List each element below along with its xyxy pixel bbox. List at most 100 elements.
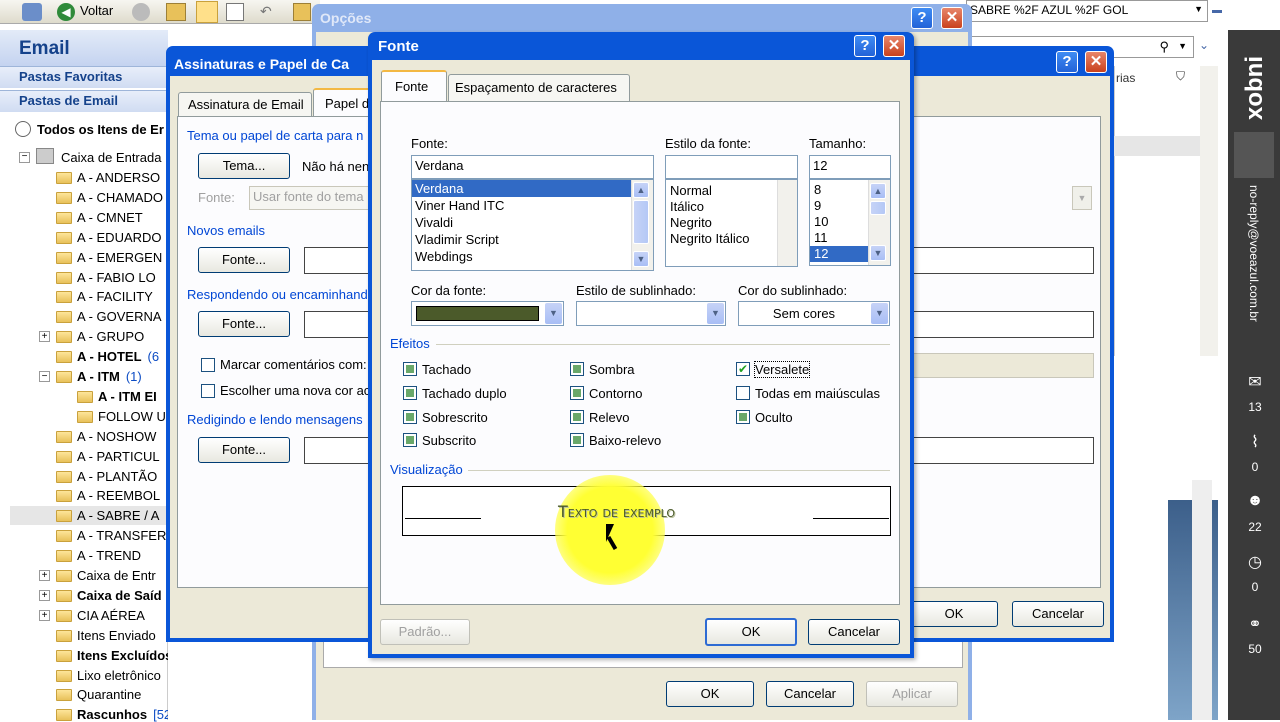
font-style-input[interactable] bbox=[665, 155, 798, 179]
folder-item[interactable]: A - REEMBOL bbox=[56, 488, 168, 503]
close-icon[interactable]: ✕ bbox=[1085, 51, 1107, 73]
options-apply-button[interactable]: Aplicar bbox=[866, 681, 958, 707]
all-items-label[interactable]: Todos os Itens de Er bbox=[37, 122, 167, 137]
font-name-list[interactable]: Verdana Viner Hand ITC Vivaldi Vladimir … bbox=[411, 179, 654, 271]
print-preview-icon[interactable] bbox=[226, 3, 244, 21]
collapse-icon[interactable]: − bbox=[39, 371, 50, 382]
scroll-thumb[interactable] bbox=[870, 201, 886, 215]
folder-item[interactable]: Caixa de Saíd bbox=[56, 588, 168, 603]
expand-icon[interactable]: + bbox=[39, 589, 50, 601]
hidden-checkbox[interactable] bbox=[736, 410, 750, 424]
list-item[interactable]: Verdana bbox=[412, 180, 653, 197]
toolbar-icon[interactable] bbox=[22, 3, 42, 21]
chevron-down-icon[interactable]: ▼ bbox=[871, 303, 888, 324]
mark-comments-field[interactable] bbox=[910, 353, 1094, 378]
choose-color-checkbox[interactable] bbox=[201, 384, 215, 398]
forward-icon[interactable] bbox=[132, 3, 150, 21]
folder-item[interactable]: A - TREND bbox=[56, 548, 168, 563]
folder-item[interactable]: A - ITM (1) bbox=[56, 369, 168, 384]
theme-button[interactable]: Tema... bbox=[198, 153, 290, 179]
new-emails-font-button[interactable]: Fonte... bbox=[198, 247, 290, 273]
chevron-down-icon[interactable]: ▼ bbox=[545, 303, 562, 324]
folder-item[interactable]: FOLLOW U bbox=[77, 409, 168, 424]
default-button[interactable]: Padrão... bbox=[380, 619, 470, 645]
strike-checkbox[interactable] bbox=[403, 362, 417, 376]
folder-item[interactable]: Itens Excluídos(1206) bbox=[56, 648, 168, 663]
chevron-down-icon[interactable]: ▼ bbox=[707, 303, 724, 324]
small-caps-checkbox[interactable]: ✔ bbox=[736, 362, 750, 376]
folder-item[interactable]: A - PARTICUL bbox=[56, 449, 168, 464]
list-item[interactable]: 12 bbox=[810, 246, 868, 262]
outline-checkbox[interactable] bbox=[570, 386, 584, 400]
scroll-down-icon[interactable]: ▼ bbox=[633, 251, 649, 267]
font-ok-button[interactable]: OK bbox=[705, 618, 797, 646]
all-caps-checkbox[interactable] bbox=[736, 386, 750, 400]
double-chevron-icon[interactable]: ⌄ bbox=[1199, 38, 1209, 52]
more-icon[interactable] bbox=[293, 3, 311, 21]
font-cancel-button[interactable]: Cancelar bbox=[808, 619, 900, 645]
help-icon[interactable]: ? bbox=[911, 7, 933, 29]
font-option-select[interactable]: Usar fonte do tema bbox=[249, 186, 371, 210]
underline-color-select[interactable]: Sem cores ▼ bbox=[738, 301, 890, 326]
envelope-icon[interactable]: ✉ bbox=[1230, 372, 1280, 392]
folder-item[interactable]: A - FACILITY bbox=[56, 289, 168, 304]
address-bar[interactable]: SABRE %2F AZUL %2F GOL ▼ bbox=[966, 0, 1208, 22]
emboss-checkbox[interactable] bbox=[570, 410, 584, 424]
folder-item[interactable]: A - EDUARDO bbox=[56, 230, 168, 245]
expand-icon[interactable]: + bbox=[39, 609, 50, 621]
composing-font-button[interactable]: Fonte... bbox=[198, 437, 290, 463]
folder-item[interactable]: A - EMERGEN bbox=[56, 250, 168, 265]
options-ok-button[interactable]: OK bbox=[666, 681, 754, 707]
clock-icon[interactable]: ◷ bbox=[1230, 552, 1280, 572]
chevron-down-icon[interactable]: ▼ bbox=[1178, 41, 1187, 51]
subscript-checkbox[interactable] bbox=[403, 433, 417, 447]
close-icon[interactable]: ✕ bbox=[941, 7, 963, 29]
signatures-cancel-button[interactable]: Cancelar bbox=[1012, 601, 1104, 627]
folder-item[interactable]: A - GOVERNA bbox=[56, 309, 168, 324]
folder-item[interactable]: A - ITM EI bbox=[77, 389, 168, 404]
help-icon[interactable]: ? bbox=[1056, 51, 1078, 73]
filter-icon[interactable]: ⛉ bbox=[1176, 69, 1185, 84]
reading-scrollbar[interactable] bbox=[1192, 480, 1212, 720]
folder-item[interactable]: A - NOSHOW bbox=[56, 429, 168, 444]
list-scrollbar[interactable] bbox=[1200, 66, 1218, 356]
scroll-up-icon[interactable]: ▲ bbox=[870, 183, 886, 199]
options-cancel-button[interactable]: Cancelar bbox=[766, 681, 854, 707]
list-item[interactable]: Viner Hand ITC bbox=[412, 197, 653, 214]
folder-item[interactable]: A - CHAMADO bbox=[56, 190, 168, 205]
mark-comments-checkbox[interactable] bbox=[201, 358, 215, 372]
link-icon[interactable]: ⚭ bbox=[1230, 614, 1280, 634]
folder-item[interactable]: A - SABRE / A bbox=[56, 508, 168, 523]
expand-icon[interactable]: + bbox=[39, 570, 50, 581]
folder-item[interactable]: Quarantine bbox=[56, 687, 168, 702]
folder-item[interactable]: Lixo eletrônico bbox=[56, 668, 168, 683]
people-icon[interactable]: ☻ bbox=[1230, 492, 1280, 510]
undo-icon[interactable]: ↶ bbox=[260, 3, 278, 21]
folder-item[interactable]: CIA AÉREA bbox=[56, 608, 168, 623]
shadow-checkbox[interactable] bbox=[570, 362, 584, 376]
list-item[interactable]: Webdings bbox=[412, 248, 653, 265]
scroll-thumb[interactable] bbox=[633, 200, 649, 244]
folder-item[interactable]: Itens Enviado bbox=[56, 628, 168, 643]
font-size-input[interactable]: 12 bbox=[809, 155, 891, 179]
help-icon[interactable]: ? bbox=[854, 35, 876, 57]
font-name-input[interactable]: Verdana bbox=[411, 155, 654, 179]
folder-item[interactable]: Caixa de Entr bbox=[56, 568, 168, 583]
folder-item[interactable]: A - TRANSFER bbox=[56, 528, 168, 543]
back-button[interactable]: Voltar bbox=[80, 3, 113, 18]
reading-pane-icon[interactable] bbox=[196, 1, 218, 23]
folder-item[interactable]: A - HOTEL (6 bbox=[56, 349, 168, 364]
inbox-folder[interactable]: Caixa de Entrada bbox=[61, 150, 171, 165]
chevron-down-icon[interactable]: ▼ bbox=[1194, 4, 1203, 14]
folder-item[interactable]: A - FABIO LO bbox=[56, 270, 168, 285]
engrave-checkbox[interactable] bbox=[570, 433, 584, 447]
scroll-up-icon[interactable]: ▲ bbox=[633, 182, 649, 198]
minimize-icon[interactable] bbox=[1212, 10, 1222, 13]
folder-up-icon[interactable] bbox=[166, 3, 186, 21]
replying-font-button[interactable]: Fonte... bbox=[198, 311, 290, 337]
signatures-ok-button[interactable]: OK bbox=[910, 601, 998, 627]
list-highlight-row[interactable] bbox=[1114, 136, 1200, 156]
paperclip-icon[interactable]: ⌇ bbox=[1230, 432, 1280, 452]
underline-style-select[interactable]: ▼ bbox=[576, 301, 726, 326]
font-color-select[interactable]: ▼ bbox=[411, 301, 564, 326]
